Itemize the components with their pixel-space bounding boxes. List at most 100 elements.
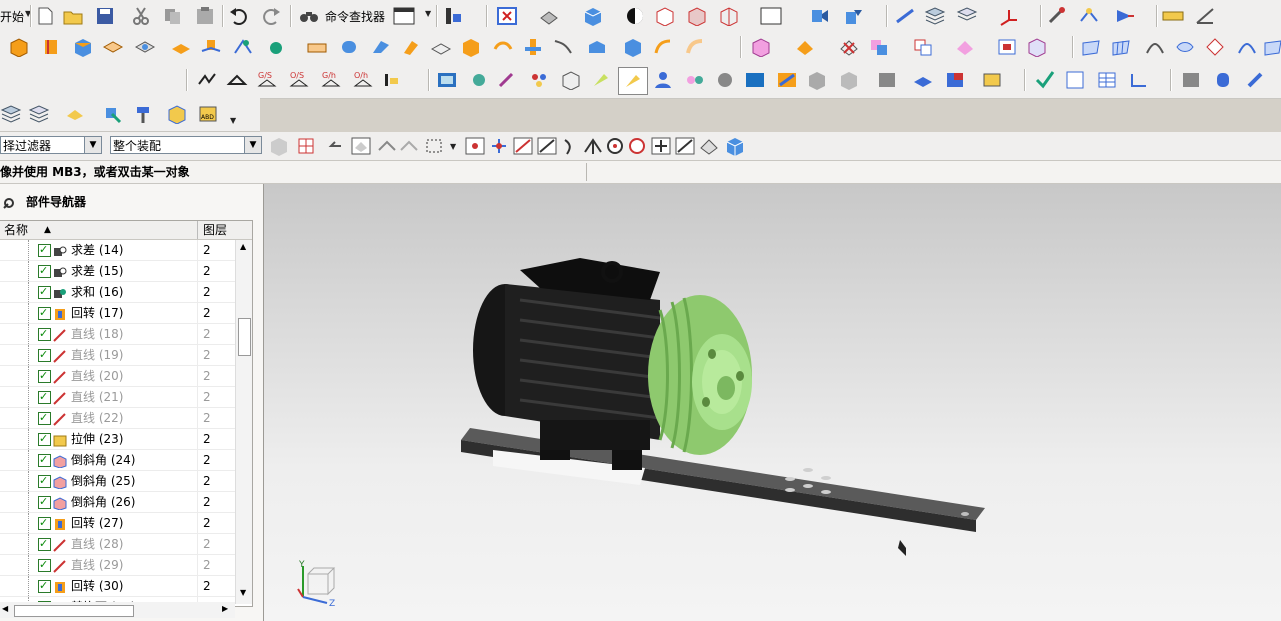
tree-row[interactable]: 直线 (28) 2 bbox=[0, 534, 252, 555]
front-cube-icon[interactable] bbox=[654, 6, 676, 26]
tree-row[interactable]: 求差 (14) 2 bbox=[0, 240, 252, 261]
weld-icon[interactable] bbox=[226, 70, 248, 90]
revolve-tool-icon[interactable] bbox=[40, 37, 62, 57]
oh-icon[interactable]: O/h bbox=[352, 70, 374, 90]
select-feature-icon[interactable] bbox=[376, 136, 398, 156]
background-icon[interactable] bbox=[760, 6, 782, 26]
hole-icon[interactable] bbox=[134, 37, 156, 57]
visibility-checkbox[interactable] bbox=[38, 429, 51, 449]
visibility-checkbox[interactable] bbox=[38, 303, 51, 323]
mesh-surface-icon[interactable] bbox=[1110, 37, 1132, 57]
extrude-tool-icon[interactable] bbox=[72, 37, 94, 57]
boss-icon[interactable] bbox=[200, 37, 222, 57]
gs-icon[interactable]: G/S bbox=[256, 70, 278, 90]
chevron-down-icon[interactable]: ▼ bbox=[244, 137, 261, 153]
command-finder-button[interactable]: 命令查找器 bbox=[325, 8, 385, 25]
assembly-arrow-icon[interactable] bbox=[842, 6, 864, 26]
tree-row[interactable]: 倒斜角 (25) 2 bbox=[0, 471, 252, 492]
layer-table-icon[interactable] bbox=[28, 104, 50, 124]
window-chevron-icon[interactable]: ▼ bbox=[425, 9, 431, 18]
snap-intersection-icon[interactable] bbox=[582, 136, 604, 156]
visibility-checkbox[interactable] bbox=[38, 576, 51, 596]
image-capture-icon[interactable] bbox=[436, 70, 458, 90]
shadow-icon[interactable] bbox=[806, 70, 828, 90]
paste-icon[interactable] bbox=[194, 6, 216, 26]
database-icon[interactable] bbox=[1212, 70, 1234, 90]
tree-row[interactable]: 倒斜角 (26) 2 bbox=[0, 492, 252, 513]
snap-point-icon[interactable] bbox=[296, 136, 318, 156]
section-cube-icon[interactable] bbox=[718, 6, 740, 26]
rib-icon[interactable] bbox=[522, 37, 544, 57]
layer-settings-icon[interactable] bbox=[956, 6, 978, 26]
pattern-icon[interactable] bbox=[750, 37, 772, 57]
select-body-icon[interactable] bbox=[350, 136, 372, 156]
subtract-tool-icon[interactable] bbox=[838, 37, 860, 57]
tree-row[interactable]: 求和 (16) 2 bbox=[0, 282, 252, 303]
sphere-add-icon[interactable] bbox=[264, 37, 286, 57]
snap-midpoint-icon[interactable] bbox=[512, 136, 534, 156]
bridge-surface-icon[interactable] bbox=[1262, 37, 1281, 57]
check-mark-icon[interactable] bbox=[1034, 70, 1056, 90]
window-icon[interactable] bbox=[393, 6, 415, 26]
bookshelf-icon[interactable] bbox=[1180, 70, 1202, 90]
base-plate[interactable] bbox=[461, 428, 985, 556]
visibility-checkbox[interactable] bbox=[38, 471, 51, 491]
os-icon[interactable]: O/S bbox=[288, 70, 310, 90]
cut-icon[interactable] bbox=[130, 6, 152, 26]
select-face-icon[interactable] bbox=[398, 136, 420, 156]
snap-existing-point-icon[interactable] bbox=[650, 136, 672, 156]
tree-row[interactable]: 直线 (29) 2 bbox=[0, 555, 252, 576]
scroll-right-arrow-icon[interactable]: ▶ bbox=[222, 604, 228, 613]
thicken-icon[interactable] bbox=[622, 37, 644, 57]
graphics-viewport[interactable]: Y Z bbox=[264, 184, 1281, 621]
scroll-left-arrow-icon[interactable]: ◀ bbox=[2, 604, 8, 613]
person-icon[interactable] bbox=[652, 70, 674, 90]
people-icon[interactable] bbox=[684, 70, 706, 90]
checklist-icon[interactable] bbox=[1064, 70, 1086, 90]
eraser-icon[interactable] bbox=[64, 104, 86, 124]
gh-icon[interactable]: G/h bbox=[320, 70, 342, 90]
grid-render-icon[interactable] bbox=[876, 70, 898, 90]
undo-icon[interactable] bbox=[228, 6, 250, 26]
copy-icon[interactable] bbox=[162, 6, 184, 26]
visibility-checkbox[interactable] bbox=[38, 534, 51, 554]
tree-row[interactable]: 直线 (22) 2 bbox=[0, 408, 252, 429]
tree-row[interactable]: 直线 (21) 2 bbox=[0, 387, 252, 408]
column-header-layer[interactable]: 图层 bbox=[203, 221, 227, 239]
mirror-icon[interactable] bbox=[794, 37, 816, 57]
solid-cube-icon[interactable] bbox=[582, 6, 604, 26]
shell-icon[interactable] bbox=[460, 37, 482, 57]
sew-icon[interactable] bbox=[954, 37, 976, 57]
reflection-icon[interactable] bbox=[838, 70, 860, 90]
offset-face-icon[interactable] bbox=[652, 37, 674, 57]
model-canvas[interactable]: Y Z bbox=[264, 184, 1281, 621]
tree-row[interactable]: 拉伸 (23) 2 bbox=[0, 429, 252, 450]
vertical-scrollbar[interactable]: ▲ ▼ bbox=[235, 240, 252, 604]
tree-row[interactable]: 直线 (20) 2 bbox=[0, 366, 252, 387]
snap-endpoint-icon[interactable] bbox=[464, 136, 486, 156]
abd-chevron-icon[interactable]: ▼ bbox=[230, 116, 236, 125]
texture-icon[interactable] bbox=[714, 70, 736, 90]
wcs-icon[interactable] bbox=[998, 6, 1020, 26]
tree-row[interactable]: 直线 (18) 2 bbox=[0, 324, 252, 345]
chamfer-tool-icon[interactable] bbox=[430, 37, 452, 57]
chevron-down-icon[interactable]: ▼ bbox=[84, 137, 101, 153]
visibility-checkbox[interactable] bbox=[38, 513, 51, 533]
draft-icon[interactable] bbox=[492, 37, 514, 57]
scroll-thumb[interactable] bbox=[238, 318, 251, 356]
stage-icon[interactable] bbox=[912, 70, 934, 90]
flag-note-icon[interactable] bbox=[196, 70, 218, 90]
tree-row[interactable]: 倒斜角 (24) 2 bbox=[0, 450, 252, 471]
move-component-icon[interactable] bbox=[102, 104, 124, 124]
slab-icon[interactable] bbox=[102, 37, 124, 57]
n-sided-icon[interactable] bbox=[1236, 37, 1258, 57]
binoculars-icon[interactable] bbox=[298, 6, 320, 26]
info-icon[interactable] bbox=[442, 6, 464, 26]
pad-icon[interactable] bbox=[170, 37, 192, 57]
patch-icon[interactable] bbox=[996, 37, 1018, 57]
groove-icon[interactable] bbox=[306, 37, 328, 57]
horizontal-scrollbar[interactable]: ◀ ▶ bbox=[0, 602, 235, 618]
tree-row[interactable]: 直线 (19) 2 bbox=[0, 345, 252, 366]
shaded-view-icon[interactable] bbox=[538, 6, 560, 26]
scale-body-icon[interactable] bbox=[684, 37, 706, 57]
